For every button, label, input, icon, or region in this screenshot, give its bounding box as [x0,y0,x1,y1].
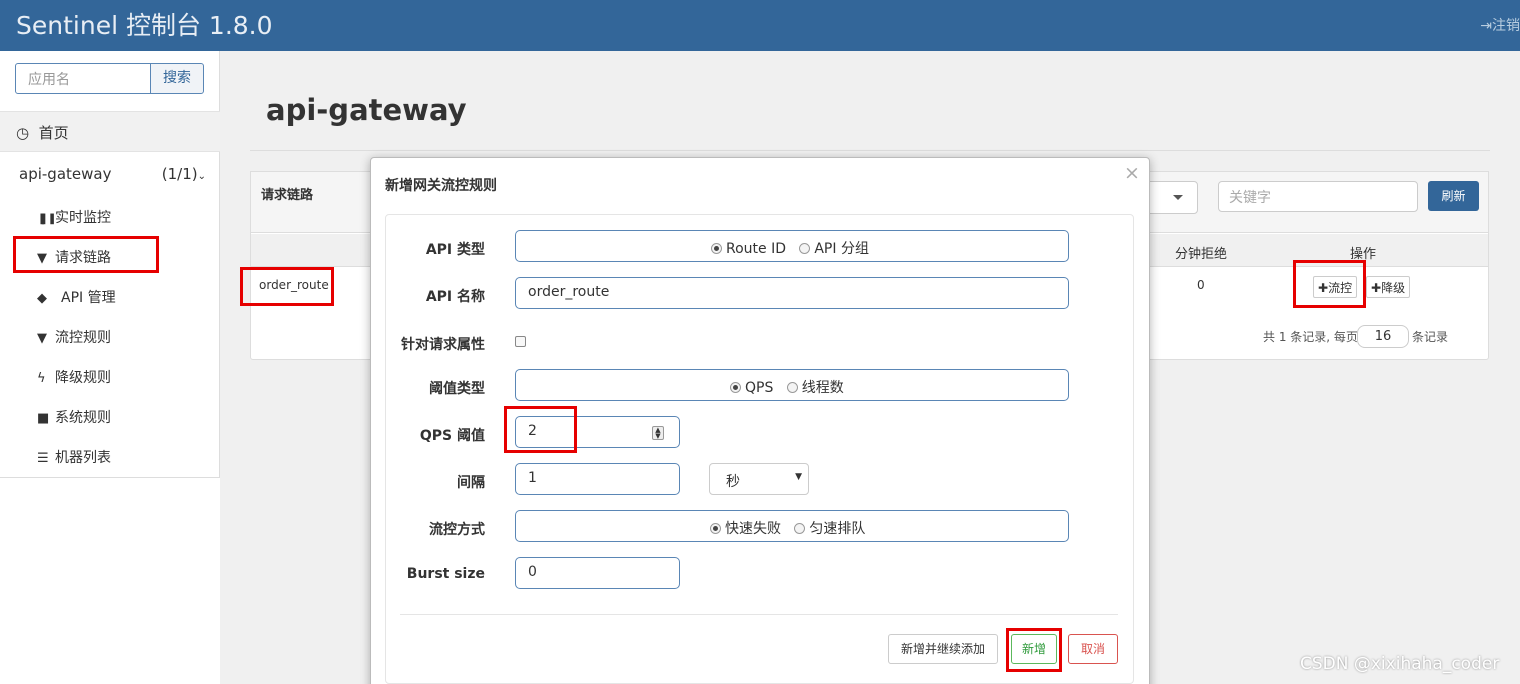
chevron-down-icon: ⌄ [197,171,206,182]
panel-title: 请求链路 [261,188,314,203]
logout-label: 注销 [1492,18,1520,34]
column-header-reject: 分钟拒绝 [1175,247,1228,262]
sidebar-item-degrade-rules[interactable]: ϟ 降级规则 [37,367,207,389]
radio-unselected-icon [799,243,811,254]
api-type-label: API 类型 [425,242,485,258]
api-name-label: API 名称 [425,289,485,305]
tags-icon: ◆ [37,291,47,306]
degrade-label: 降级 [1381,281,1406,295]
param-attr-checkbox[interactable] [515,336,526,347]
sidebar-item-label: 流控规则 [55,330,111,346]
cancel-button[interactable]: 取消 [1068,634,1118,664]
radio-unselected-icon [794,523,806,534]
radio-selected-icon [710,523,721,534]
close-icon[interactable]: × [1124,162,1140,184]
highlight-flow-button [1293,260,1366,308]
app-title[interactable]: Sentinel 控制台 1.8.0 [16,6,273,42]
radio-fail-fast[interactable]: 快速失败 [710,521,781,537]
control-behavior-radio-group: 快速失败 匀速排队 [515,510,1069,542]
pager-prefix: 共 1 条记录, 每页 [1263,330,1358,344]
app-search-button[interactable]: 搜索 [150,63,204,94]
page-size-input[interactable]: 16 [1357,325,1409,348]
api-name-input[interactable]: order_route [515,277,1069,309]
app-name: api-gateway [19,165,112,183]
api-type-radio-group: Route ID API 分组 [515,230,1069,262]
degrade-button[interactable]: ✚降级 [1366,276,1411,298]
sidebar-item-label: 系统规则 [55,410,111,426]
list-icon: ☰ [37,451,49,466]
number-spinner-icon[interactable]: ▲ ▼ [652,426,664,440]
dashboard-icon: ◷ [16,124,30,142]
app-machine-count: (1/1) [161,165,198,183]
sidebar-item-flow-rules[interactable]: ▼ 流控规则 [37,327,207,349]
radio-selected-icon [711,243,722,254]
lock-icon: ■ [37,411,50,426]
highlight-request-chain [13,236,159,273]
radio-label: Route ID [726,241,786,257]
sidebar-app-api-gateway[interactable]: api-gateway (1/1)⌄ [0,155,220,195]
sidebar-item-home[interactable]: ◷ 首页 [0,111,220,152]
csdn-watermark: CSDN @xixihaha_coder [1300,654,1500,674]
interval-unit-select[interactable]: 秒 ▼ [709,463,809,495]
filter-icon: ▼ [37,331,47,346]
title-divider [250,150,1490,151]
radio-label: API 分组 [814,241,869,257]
highlight-resource [240,267,334,306]
sidebar-item-label: 实时监控 [55,210,111,226]
sidebar-item-label: API 管理 [61,290,116,306]
caret-down-icon [1173,195,1183,200]
radio-label: 线程数 [801,380,844,396]
radio-unselected-icon [786,382,798,393]
radio-route-id[interactable]: Route ID [711,241,786,257]
dialog-title: 新增网关流控规则 [385,178,497,194]
sidebar-item-realtime-monitor[interactable]: ▐▌▐ 实时监控 [37,207,207,229]
radio-queue[interactable]: 匀速排队 [794,521,865,537]
add-and-continue-button[interactable]: 新增并继续添加 [888,634,998,664]
control-behavior-label: 流控方式 [429,522,485,538]
sidebar-item-label: 首页 [38,124,69,142]
interval-unit-value: 秒 [726,474,740,490]
caret-down-icon: ▼ [795,472,802,482]
threshold-type-radio-group: QPS 线程数 [515,369,1069,401]
refresh-button[interactable]: 刷新 [1428,181,1479,211]
sidebar-item-label: 机器列表 [55,450,111,466]
logout-link[interactable]: ⇥注销 [1480,15,1520,35]
keyword-input[interactable]: 关键字 [1218,181,1418,212]
plus-icon: ✚ [1371,281,1382,295]
qps-threshold-label: QPS 阈值 [419,428,485,444]
sidebar-item-machine-list[interactable]: ☰ 机器列表 [37,447,207,469]
param-attr-label: 针对请求属性 [401,337,485,353]
highlight-add-button [1006,628,1062,672]
burst-size-input[interactable]: 0 [515,557,680,589]
radio-api-group[interactable]: API 分组 [799,241,869,257]
app-search-input[interactable]: 应用名 [15,63,151,94]
radio-label: QPS [745,380,774,396]
dialog-footer-divider [400,614,1118,615]
radio-label: 快速失败 [725,521,781,537]
radio-selected-icon [730,382,741,393]
pager-suffix: 条记录 [1412,330,1449,344]
radio-qps[interactable]: QPS [730,380,773,396]
interval-label: 间隔 [457,475,485,491]
bar-chart-icon: ▐▌▐ [37,215,54,225]
threshold-type-label: 阈值类型 [429,381,485,397]
sidebar-item-system-rules[interactable]: ■ 系统规则 [37,407,207,429]
reject-count-cell: 0 [1197,278,1205,292]
logout-icon: ⇥ [1480,18,1492,34]
burst-size-label: Burst size [406,566,485,582]
highlight-qps-threshold [504,406,577,453]
radio-label: 匀速排队 [809,521,866,537]
page-title: api-gateway [266,93,467,127]
sidebar-item-label: 降级规则 [55,370,111,386]
interval-input[interactable]: 1 [515,463,680,495]
radio-thread-count[interactable]: 线程数 [786,380,844,396]
flash-icon: ϟ [37,371,46,386]
sidebar-item-api-management[interactable]: ◆ API 管理 [37,287,207,309]
